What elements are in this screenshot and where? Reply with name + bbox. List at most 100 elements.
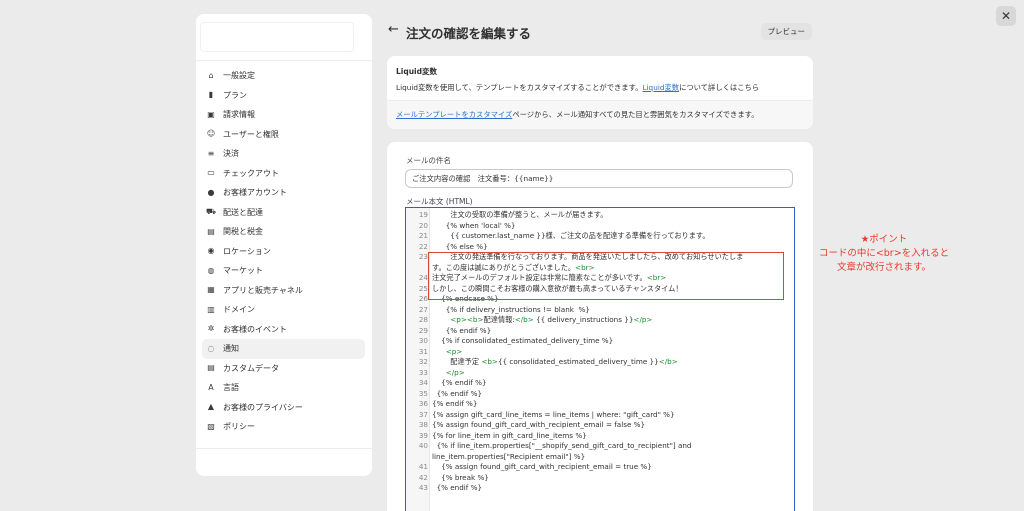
customize-templates-link[interactable]: メールテンプレートをカスタマイズ xyxy=(396,110,512,119)
lock-icon: ▲ xyxy=(207,402,215,412)
code-text: {{ customer.last_name }}様、ご注文の品を配達する準備を行… xyxy=(432,231,710,240)
sidebar-item[interactable]: ◉ ロケーション xyxy=(202,242,365,262)
code-text: {% else %} xyxy=(432,241,488,251)
sidebar-item[interactable]: ≡ 決済 xyxy=(202,144,365,164)
email-editor-card: メールの件名 ご注文内容の確認 注文番号：{{name}} メール本文 (HTM… xyxy=(387,142,813,511)
bell-icon: ◌ xyxy=(207,343,215,353)
code-text: </p> xyxy=(445,367,465,377)
sidebar-item[interactable]: ◌ 通知 xyxy=(202,339,365,359)
line-number: 20 xyxy=(418,220,428,230)
sidebar-item-label: お客様のプライバシー xyxy=(223,402,303,412)
sidebar-item-label: ユーザーと権限 xyxy=(223,129,279,139)
truck-icon: ⛟ xyxy=(206,207,217,217)
code-text: {% assign found_gift_card_with_recipient… xyxy=(432,462,652,471)
code-content: 19 注文の受取の準備が整うと、メールが届きます。 20 {% when 'loc… xyxy=(406,208,794,494)
card-description: Liquid変数を使用して、テンプレートをカスタマイズすることができます。Liq… xyxy=(396,83,759,93)
liquid-variables-link[interactable]: Liquid変数 xyxy=(642,83,679,92)
code-line: 43 {% endif %} xyxy=(406,483,794,494)
close-icon: ✕ xyxy=(1000,9,1012,23)
tax-icon: ▤ xyxy=(207,226,215,236)
sidebar-item[interactable]: ▤ 関税と税金 xyxy=(202,222,365,242)
code-line: 37 {% assign gift_card_line_items = line_… xyxy=(406,410,794,421)
line-number: 26 xyxy=(418,294,428,303)
sidebar-item[interactable]: ▥ ドメイン xyxy=(202,300,365,320)
code-text: {% endif %} xyxy=(432,399,478,408)
settings-nav: ⌂ 一般設定 ▮ プラン ▣ 請求情報 ☺ ユーザーと権限 ≡ 決済 ▭ チェックアウト ● お客様アカウ… xyxy=(202,66,365,437)
sidebar-item[interactable]: ◍ マーケット xyxy=(202,261,365,281)
arrow-left-icon[interactable]: ← xyxy=(388,22,399,37)
language-icon: A xyxy=(208,382,214,392)
line-number: 41 xyxy=(418,462,428,471)
code-line: 29 {% endif %} xyxy=(406,326,794,337)
sidebar-item[interactable]: ⌂ 一般設定 xyxy=(202,66,365,86)
code-line: 20 {% when 'local' %} xyxy=(406,221,794,232)
code-line-wrap: line_item.properties["Recipient email"] … xyxy=(406,452,794,463)
domain-icon: ▥ xyxy=(207,304,215,314)
line-number: 24 xyxy=(418,273,428,282)
code-text: {% if consolidated_estimated_delivery_ti… xyxy=(432,336,614,345)
page-header: ← 注文の確認を編集する プレビュー xyxy=(388,22,814,42)
store-selector[interactable] xyxy=(200,22,354,52)
sidebar-item[interactable]: ▲ お客様のプライバシー xyxy=(202,398,365,418)
sidebar-item[interactable]: ▭ チェックアウト xyxy=(202,164,365,184)
line-number: 31 xyxy=(418,346,428,356)
line-number: 21 xyxy=(418,231,428,240)
close-button[interactable]: ✕ xyxy=(996,6,1016,26)
payments-icon: ≡ xyxy=(207,148,215,158)
sidebar-divider xyxy=(196,60,372,61)
line-number: 29 xyxy=(418,325,428,335)
line-number: 27 xyxy=(418,304,428,314)
sidebar-item-label: 関税と税金 xyxy=(223,227,263,237)
code-text: {% assign gift_card_line_items = line_it… xyxy=(432,409,675,419)
sidebar-item-label: お客様アカウント xyxy=(223,188,287,198)
sidebar-item-label: 通知 xyxy=(223,344,239,354)
users-icon: ☺ xyxy=(206,129,216,139)
code-text: line_item.properties["Recipient email"] … xyxy=(432,451,586,461)
code-text: 配達予定 <b>{{ consolidated_estimated_delive… xyxy=(432,357,678,366)
line-number: 33 xyxy=(418,367,428,377)
preview-button[interactable]: プレビュー xyxy=(760,23,812,40)
sidebar-item-label: お客様のイベント xyxy=(223,324,287,334)
line-number: 38 xyxy=(418,420,428,429)
liquid-variables-card: Liquid変数 Liquid変数を使用して、テンプレートをカスタマイズすること… xyxy=(387,56,813,129)
code-line: 21 {{ customer.last_name }}様、ご注文の品を配達する準… xyxy=(406,231,794,242)
sidebar-item[interactable]: ✲ お客様のイベント xyxy=(202,320,365,340)
code-text: {% endif %} xyxy=(432,325,492,335)
code-text: {% endif %} xyxy=(432,388,483,398)
sidebar-item[interactable]: ⛟ 配送と配達 xyxy=(202,203,365,223)
line-number: 39 xyxy=(418,430,428,440)
subject-label: メールの件名 xyxy=(406,156,451,165)
subject-input[interactable]: ご注文内容の確認 注文番号：{{name}} xyxy=(405,169,793,188)
sidebar-divider xyxy=(196,448,372,449)
sidebar-item[interactable]: ▤ カスタムデータ xyxy=(202,359,365,379)
sidebar-item[interactable]: ▣ 請求情報 xyxy=(202,105,365,125)
sidebar-item[interactable]: ▮ プラン xyxy=(202,86,365,106)
code-line: 19 注文の受取の準備が整うと、メールが届きます。 xyxy=(406,210,794,221)
code-line: 40 {% if line_item.properties["__shopify… xyxy=(406,441,794,452)
sidebar-item[interactable]: ▧ ポリシー xyxy=(202,417,365,437)
policy-icon: ▧ xyxy=(207,421,215,431)
annotation-line: 文章が改行されます。 xyxy=(836,262,932,273)
line-number: 19 xyxy=(418,210,428,219)
sidebar-item[interactable]: ▦ アプリと販売チャネル xyxy=(202,281,365,301)
code-text: {% for line_item in gift_card_line_items… xyxy=(432,430,587,440)
code-line: 36 {% endif %} xyxy=(406,399,794,410)
code-line: 31 <p> xyxy=(406,347,794,358)
code-line: 38 {% assign found_gift_card_with_recipie… xyxy=(406,420,794,431)
line-number: 25 xyxy=(418,283,428,293)
sidebar-item[interactable]: ● お客様アカウント xyxy=(202,183,365,203)
annotation-line: ★ポイント xyxy=(860,234,908,245)
sidebar-item[interactable]: ☺ ユーザーと権限 xyxy=(202,125,365,145)
code-line: 35 {% endif %} xyxy=(406,389,794,400)
line-number: 37 xyxy=(418,409,428,419)
page-title: 注文の確認を編集する xyxy=(406,26,532,41)
code-text: {% if line_item.properties["__shopify_se… xyxy=(432,441,692,450)
line-number: 22 xyxy=(418,241,428,251)
sidebar-item-label: 一般設定 xyxy=(223,71,255,81)
sidebar-item-label: カスタムデータ xyxy=(223,363,279,373)
sidebar-item[interactable]: A 言語 xyxy=(202,378,365,398)
card-footer: メールテンプレートをカスタマイズページから、メール通知すべての見た目と雰囲気をカ… xyxy=(387,100,813,129)
code-line: 22 {% else %} xyxy=(406,242,794,253)
code-text: 注文の受取の準備が整うと、メールが届きます。 xyxy=(432,210,608,219)
customer-icon: ● xyxy=(207,187,215,197)
